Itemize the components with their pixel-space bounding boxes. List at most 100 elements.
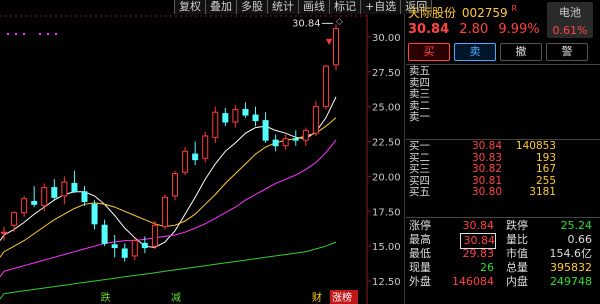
bid-price: 30.80 — [471, 186, 502, 199]
candle-body — [252, 114, 259, 122]
candle-body — [1, 231, 7, 234]
y-tick-label: 30.00 — [372, 33, 401, 44]
ask-row[interactable]: 卖一 — [406, 112, 600, 124]
candle-body — [111, 244, 118, 249]
ask-row[interactable]: 卖五 — [406, 65, 600, 78]
cancel-order-button[interactable]: 撤 — [500, 43, 542, 61]
y-tick-label: 17.50 — [372, 207, 401, 218]
period-dot — [54, 32, 58, 36]
kline-chart[interactable]: 30.00 27.50 25.00 22.50 20.00 17.50 15.00 12.50… — [0, 0, 404, 304]
quote-panel: 天际股份 002759 R 30.84 2.80 9.99% 电池 0.61% … — [406, 0, 600, 304]
quote-stats: 涨停 30.84 跌停 25.24 最高 30.84 量比 0.66 最低 29… — [406, 219, 600, 289]
period-dot — [6, 32, 10, 36]
bid-row[interactable]: 买四 30.81 255 — [406, 175, 600, 188]
candle-body — [31, 201, 38, 205]
candle-body — [262, 120, 269, 141]
ask-row[interactable]: 卖二 — [406, 100, 600, 113]
bid-volume: 3181 — [529, 186, 556, 199]
buy-button[interactable]: 买 — [408, 43, 450, 61]
ask-row[interactable]: 卖四 — [406, 77, 600, 90]
y-tick-label: 22.50 — [372, 138, 401, 149]
high-label: 最高 — [409, 233, 431, 246]
toolbar-add-watchlist-button[interactable]: +自选 — [360, 0, 401, 14]
inner-volume-label: 内盘 — [506, 275, 528, 288]
candle-body — [192, 153, 199, 161]
event-marker: 涨榜 — [332, 291, 352, 304]
low-value: 29.83 — [462, 247, 495, 260]
last-price: 30.84 — [408, 22, 450, 37]
candle-body — [131, 240, 138, 257]
price-row: 30.84 2.80 9.99% — [408, 22, 546, 37]
candle-body — [91, 203, 98, 225]
stock-title: 天际股份 002759 R — [408, 4, 517, 21]
toolbar-fuquan-button[interactable]: 复权 — [174, 0, 205, 14]
candle-body — [101, 224, 108, 244]
outer-volume-value: 146084 — [452, 275, 494, 288]
candle-body — [172, 173, 179, 197]
ma-line-ma20 — [0, 139, 337, 278]
limit-up-value: 30.84 — [462, 219, 495, 232]
candle-body — [182, 150, 189, 173]
candle-body — [141, 242, 148, 249]
ma-line-ma60 — [0, 241, 337, 300]
low-label: 最低 — [409, 247, 431, 260]
bid-row[interactable]: 买三 30.82 167 — [406, 164, 600, 176]
bid-price: 30.84 — [471, 140, 502, 152]
sell-button[interactable]: 卖 — [454, 43, 496, 61]
stock-name[interactable]: 天际股份 — [408, 6, 456, 20]
candle-body — [272, 139, 279, 147]
candle-body — [61, 181, 68, 197]
total-volume-value: 395832 — [550, 261, 592, 274]
ask-label: 卖五 — [409, 65, 430, 77]
candle-body — [81, 191, 88, 203]
ask-row[interactable]: 卖三 — [406, 89, 600, 101]
volume-ratio-label: 量比 — [506, 233, 528, 246]
bid-row[interactable]: 买一 30.84 140853 — [406, 140, 600, 153]
candle-body — [333, 28, 339, 66]
toolbar-draw-line-button[interactable]: 画线 — [298, 0, 329, 14]
current-volume-label: 现量 — [409, 261, 431, 274]
ask-label: 卖一 — [409, 111, 430, 124]
market-cap-label: 市值 — [506, 247, 528, 260]
candle-body — [212, 111, 219, 138]
candle-body — [232, 108, 239, 123]
candle-body — [242, 108, 249, 116]
toolbar-mark-button[interactable]: 标记 — [329, 0, 360, 14]
bid-label: 买一 — [409, 140, 430, 152]
bid-row[interactable]: 买五 30.80 3181 — [406, 187, 600, 199]
event-marker: 财 — [312, 291, 322, 304]
event-marker: 减 — [171, 292, 181, 304]
candle-body — [151, 224, 158, 247]
max-price-label: 30.84 — [292, 18, 321, 29]
period-dot — [22, 32, 26, 36]
bid-volume: 140853 — [515, 140, 556, 152]
toolbar-overlay-button[interactable]: 叠加 — [205, 0, 236, 14]
candle-body — [71, 182, 78, 193]
bid-row[interactable]: 买二 30.83 193 — [406, 152, 600, 165]
candle-body — [292, 138, 299, 141]
candle-body — [202, 135, 209, 159]
candle-body — [121, 248, 128, 258]
candle-body — [21, 198, 28, 214]
inner-volume-value: 249748 — [550, 275, 592, 288]
toolbar: 复权 叠加 多股 统计 画线 标记 +自选 返回 — [174, 0, 433, 14]
sector-badge[interactable]: 电池 0.61% — [547, 2, 593, 38]
divider — [406, 217, 600, 218]
period-dot — [46, 32, 50, 36]
bid-list: 买一 30.84 140853 买二 30.83 193 买三 30.82 167 买四 30… — [406, 140, 600, 199]
y-tick-label: 15.00 — [372, 242, 401, 253]
candle-body — [322, 65, 329, 108]
y-tick-label: 20.00 — [372, 172, 401, 183]
outer-volume-label: 外盘 — [409, 275, 431, 288]
candle-body — [51, 187, 58, 198]
toolbar-stats-button[interactable]: 统计 — [267, 0, 298, 14]
sector-change: 0.61% — [552, 24, 588, 37]
price-change: 2.80 — [459, 22, 489, 37]
ma-line-ma5 — [0, 96, 337, 249]
trade-buttons: 买 卖 撤 警 — [408, 43, 588, 61]
candle-body — [302, 129, 309, 141]
volume-ratio-value: 0.66 — [567, 233, 593, 246]
toolbar-multi-stock-button[interactable]: 多股 — [236, 0, 267, 14]
price-alert-button[interactable]: 警 — [546, 43, 588, 61]
limit-up-label: 涨停 — [409, 219, 431, 232]
